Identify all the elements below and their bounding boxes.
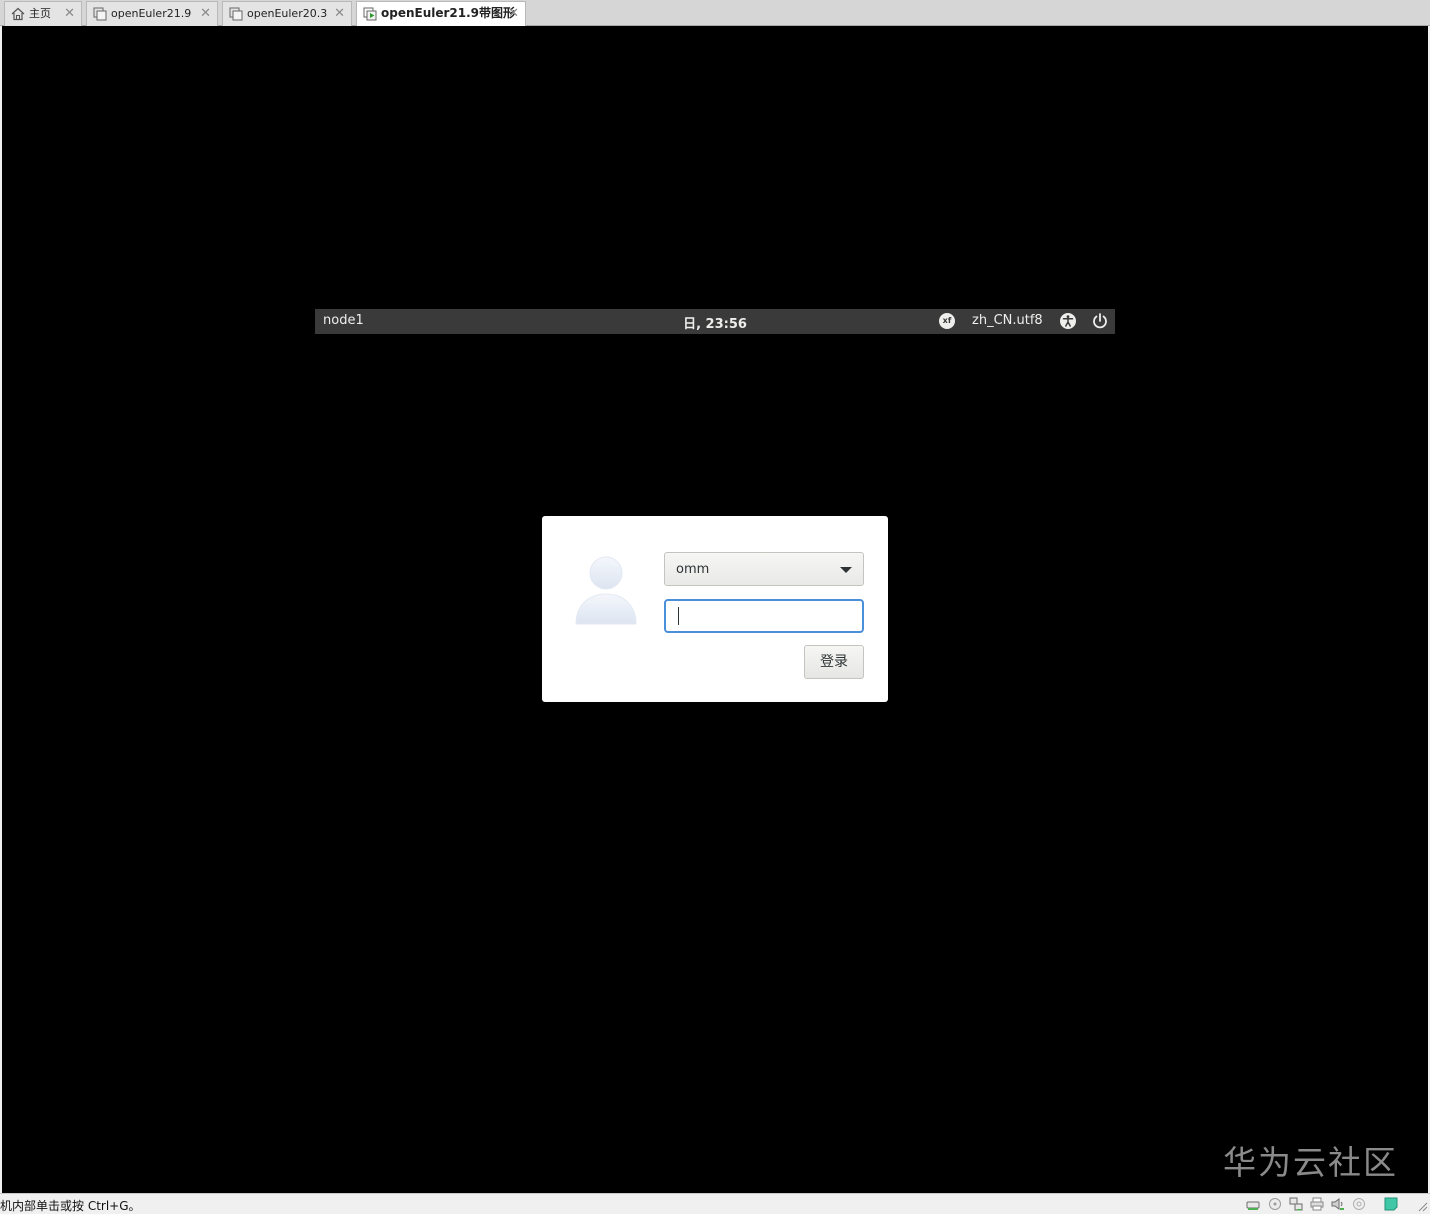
watermark: 华为云社区 — [1223, 1143, 1398, 1182]
password-field[interactable] — [664, 599, 864, 633]
login-button[interactable]: 登录 — [804, 645, 864, 679]
close-icon[interactable]: ✕ — [64, 2, 75, 25]
username-select[interactable]: omm — [664, 552, 864, 586]
close-icon[interactable]: ✕ — [508, 2, 519, 25]
tab-label: openEuler21.9带图形 — [381, 6, 516, 20]
chevron-down-icon — [840, 567, 852, 573]
gdm-top-bar: node1 日, 23:56 xf zh_CN.utf8 — [315, 309, 1115, 334]
home-icon — [11, 7, 25, 21]
vm-running-icon — [363, 7, 377, 21]
tab-bar: 主页 ✕ openEuler21.9 ✕ openEuler20.3 ✕ ope… — [0, 0, 1430, 26]
usb-icon[interactable] — [1352, 1197, 1366, 1211]
user-avatar-icon — [575, 556, 637, 625]
vm-icon — [93, 7, 107, 21]
hard-disk-icon[interactable] — [1246, 1197, 1260, 1211]
tab-openeuler21-9[interactable]: openEuler21.9 ✕ — [86, 1, 218, 26]
keyboard-layout-icon[interactable]: xf — [939, 313, 955, 329]
text-cursor — [678, 607, 679, 625]
power-icon[interactable] — [1091, 312, 1109, 330]
tab-label: openEuler20.3 — [247, 7, 328, 20]
tab-openeuler21-9-graphical[interactable]: openEuler21.9带图形 ✕ — [356, 1, 526, 26]
status-message: 机内部单击或按 Ctrl+G。 — [0, 1199, 141, 1213]
status-bar: 机内部单击或按 Ctrl+G。 — [0, 1193, 1430, 1214]
selected-username: omm — [676, 562, 710, 577]
close-icon[interactable]: ✕ — [334, 2, 345, 25]
vm-console[interactable]: node1 日, 23:56 xf zh_CN.utf8 omm 登录 华为云社… — [2, 26, 1428, 1193]
close-icon[interactable]: ✕ — [200, 2, 211, 25]
tab-openeuler20-3[interactable]: openEuler20.3 ✕ — [222, 1, 352, 26]
resize-grip-icon[interactable] — [1418, 1202, 1428, 1212]
sound-icon[interactable] — [1331, 1197, 1345, 1211]
accessibility-icon[interactable] — [1059, 312, 1077, 330]
tab-label: openEuler21.9 — [111, 7, 192, 20]
message-icon[interactable] — [1384, 1197, 1398, 1211]
login-dialog: omm 登录 — [542, 516, 888, 702]
tab-label: 主页 — [29, 7, 51, 20]
tab-home[interactable]: 主页 ✕ — [4, 1, 82, 26]
vm-icon — [229, 7, 243, 21]
cd-icon[interactable] — [1268, 1197, 1282, 1211]
printer-icon[interactable] — [1310, 1197, 1324, 1211]
locale-indicator[interactable]: zh_CN.utf8 — [972, 313, 1043, 328]
network-icon[interactable] — [1289, 1197, 1303, 1211]
